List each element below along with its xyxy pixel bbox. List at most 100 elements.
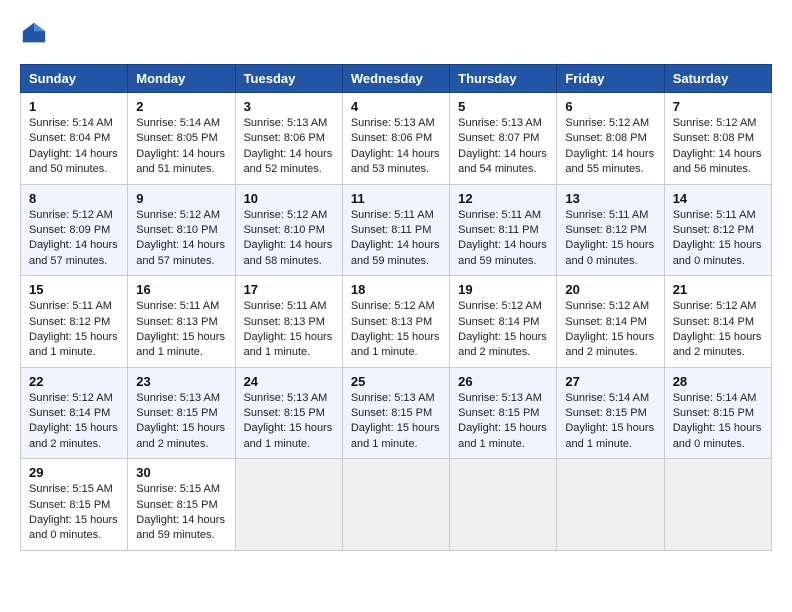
- day-info: Sunrise: 5:11 AMSunset: 8:12 PMDaylight:…: [565, 208, 655, 270]
- day-number: 15: [29, 282, 119, 297]
- day-number: 2: [136, 99, 226, 114]
- calendar-cell: 28 Sunrise: 5:14 AMSunset: 8:15 PMDayligh…: [664, 367, 771, 459]
- page-header: [20, 20, 772, 48]
- calendar-cell: 13 Sunrise: 5:11 AMSunset: 8:12 PMDayligh…: [557, 184, 664, 276]
- day-number: 12: [458, 191, 548, 206]
- calendar-cell: 14Sunrise: 5:11 AMSunset: 8:12 PMDayligh…: [664, 184, 771, 276]
- calendar-cell: 23 Sunrise: 5:13 AMSunset: 8:15 PMDayligh…: [128, 367, 235, 459]
- calendar-cell: 12 Sunrise: 5:11 AMSunset: 8:11 PMDayligh…: [450, 184, 557, 276]
- day-number: 1: [29, 99, 119, 114]
- calendar-cell: 19Sunrise: 5:12 AMSunset: 8:14 PMDayligh…: [450, 276, 557, 368]
- day-number: 23: [136, 374, 226, 389]
- calendar-cell: 17Sunrise: 5:11 AMSunset: 8:13 PMDayligh…: [235, 276, 342, 368]
- calendar-cell: 30 Sunrise: 5:15 AMSunset: 8:15 PMDayligh…: [128, 459, 235, 551]
- day-number: 10: [244, 191, 334, 206]
- day-number: 30: [136, 465, 226, 480]
- calendar-header-sunday: Sunday: [21, 65, 128, 93]
- calendar-cell: 25 Sunrise: 5:13 AMSunset: 8:15 PMDayligh…: [342, 367, 449, 459]
- day-info: Sunrise: 5:11 AMSunset: 8:12 PMDaylight:…: [29, 299, 119, 361]
- day-number: 3: [244, 99, 334, 114]
- calendar-cell: 15 Sunrise: 5:11 AMSunset: 8:12 PMDayligh…: [21, 276, 128, 368]
- calendar-cell: 27 Sunrise: 5:14 AMSunset: 8:15 PMDayligh…: [557, 367, 664, 459]
- calendar-cell: 4 Sunrise: 5:13 AMSunset: 8:06 PMDaylight…: [342, 93, 449, 185]
- calendar-cell: 22 Sunrise: 5:12 AMSunset: 8:14 PMDayligh…: [21, 367, 128, 459]
- day-number: 9: [136, 191, 226, 206]
- day-number: 21: [673, 282, 763, 297]
- day-info: Sunrise: 5:14 AMSunset: 8:05 PMDaylight:…: [136, 116, 226, 178]
- day-info: Sunrise: 5:11 AMSunset: 8:11 PMDaylight:…: [458, 208, 548, 270]
- day-info: Sunrise: 5:12 AMSunset: 8:14 PMDaylight:…: [673, 299, 763, 361]
- calendar-cell: 24Sunrise: 5:13 AMSunset: 8:15 PMDayligh…: [235, 367, 342, 459]
- day-info: Sunrise: 5:12 AMSunset: 8:08 PMDaylight:…: [673, 116, 763, 178]
- calendar-cell: 29 Sunrise: 5:15 AMSunset: 8:15 PMDayligh…: [21, 459, 128, 551]
- calendar-cell: 8 Sunrise: 5:12 AMSunset: 8:09 PMDaylight…: [21, 184, 128, 276]
- day-info: Sunrise: 5:12 AMSunset: 8:14 PMDaylight:…: [565, 299, 655, 361]
- calendar-header-tuesday: Tuesday: [235, 65, 342, 93]
- calendar-cell: 5 Sunrise: 5:13 AMSunset: 8:07 PMDaylight…: [450, 93, 557, 185]
- day-number: 4: [351, 99, 441, 114]
- day-info: Sunrise: 5:14 AMSunset: 8:04 PMDaylight:…: [29, 116, 119, 178]
- day-number: 24: [244, 374, 334, 389]
- calendar-header-monday: Monday: [128, 65, 235, 93]
- calendar-cell: 1 Sunrise: 5:14 AMSunset: 8:04 PMDaylight…: [21, 93, 128, 185]
- calendar-header-thursday: Thursday: [450, 65, 557, 93]
- day-number: 7: [673, 99, 763, 114]
- calendar-cell: 7 Sunrise: 5:12 AMSunset: 8:08 PMDaylight…: [664, 93, 771, 185]
- calendar-header-row: SundayMondayTuesdayWednesdayThursdayFrid…: [21, 65, 772, 93]
- day-info: Sunrise: 5:15 AMSunset: 8:15 PMDaylight:…: [136, 482, 226, 544]
- day-number: 8: [29, 191, 119, 206]
- day-number: 28: [673, 374, 763, 389]
- day-number: 6: [565, 99, 655, 114]
- day-info: Sunrise: 5:14 AMSunset: 8:15 PMDaylight:…: [673, 391, 763, 453]
- calendar-week-row: 1 Sunrise: 5:14 AMSunset: 8:04 PMDaylight…: [21, 93, 772, 185]
- day-number: 26: [458, 374, 548, 389]
- calendar-week-row: 22 Sunrise: 5:12 AMSunset: 8:14 PMDayligh…: [21, 367, 772, 459]
- day-number: 20: [565, 282, 655, 297]
- calendar-cell: 10 Sunrise: 5:12 AMSunset: 8:10 PMDayligh…: [235, 184, 342, 276]
- day-number: 27: [565, 374, 655, 389]
- day-info: Sunrise: 5:15 AMSunset: 8:15 PMDaylight:…: [29, 482, 119, 544]
- calendar-header-saturday: Saturday: [664, 65, 771, 93]
- day-number: 25: [351, 374, 441, 389]
- calendar-cell: 2 Sunrise: 5:14 AMSunset: 8:05 PMDaylight…: [128, 93, 235, 185]
- day-info: Sunrise: 5:12 AMSunset: 8:14 PMDaylight:…: [29, 391, 119, 453]
- day-info: Sunrise: 5:11 AMSunset: 8:13 PMDaylight:…: [136, 299, 226, 361]
- calendar-cell: [450, 459, 557, 551]
- day-number: 29: [29, 465, 119, 480]
- calendar-table: SundayMondayTuesdayWednesdayThursdayFrid…: [20, 64, 772, 551]
- calendar-header-wednesday: Wednesday: [342, 65, 449, 93]
- day-info: Sunrise: 5:13 AMSunset: 8:15 PMDaylight:…: [458, 391, 548, 453]
- day-info: Sunrise: 5:13 AMSunset: 8:15 PMDaylight:…: [136, 391, 226, 453]
- day-info: Sunrise: 5:13 AMSunset: 8:07 PMDaylight:…: [458, 116, 548, 178]
- calendar-cell: 20 Sunrise: 5:12 AMSunset: 8:14 PMDayligh…: [557, 276, 664, 368]
- day-number: 11: [351, 191, 441, 206]
- calendar-cell: 6 Sunrise: 5:12 AMSunset: 8:08 PMDaylight…: [557, 93, 664, 185]
- day-info: Sunrise: 5:12 AMSunset: 8:09 PMDaylight:…: [29, 208, 119, 270]
- calendar-week-row: 29 Sunrise: 5:15 AMSunset: 8:15 PMDayligh…: [21, 459, 772, 551]
- day-number: 16: [136, 282, 226, 297]
- day-number: 22: [29, 374, 119, 389]
- day-info: Sunrise: 5:13 AMSunset: 8:06 PMDaylight:…: [351, 116, 441, 178]
- day-info: Sunrise: 5:12 AMSunset: 8:10 PMDaylight:…: [136, 208, 226, 270]
- calendar-cell: [342, 459, 449, 551]
- calendar-cell: 3Sunrise: 5:13 AMSunset: 8:06 PMDaylight…: [235, 93, 342, 185]
- day-info: Sunrise: 5:12 AMSunset: 8:08 PMDaylight:…: [565, 116, 655, 178]
- calendar-week-row: 8 Sunrise: 5:12 AMSunset: 8:09 PMDaylight…: [21, 184, 772, 276]
- day-number: 13: [565, 191, 655, 206]
- calendar-header-friday: Friday: [557, 65, 664, 93]
- calendar-cell: 16 Sunrise: 5:11 AMSunset: 8:13 PMDayligh…: [128, 276, 235, 368]
- calendar-cell: [235, 459, 342, 551]
- day-number: 14: [673, 191, 763, 206]
- day-info: Sunrise: 5:12 AMSunset: 8:10 PMDaylight:…: [244, 208, 334, 270]
- calendar-cell: [557, 459, 664, 551]
- day-number: 5: [458, 99, 548, 114]
- day-info: Sunrise: 5:14 AMSunset: 8:15 PMDaylight:…: [565, 391, 655, 453]
- day-info: Sunrise: 5:11 AMSunset: 8:13 PMDaylight:…: [244, 299, 334, 361]
- calendar-cell: [664, 459, 771, 551]
- day-info: Sunrise: 5:11 AMSunset: 8:11 PMDaylight:…: [351, 208, 441, 270]
- calendar-cell: 9 Sunrise: 5:12 AMSunset: 8:10 PMDaylight…: [128, 184, 235, 276]
- day-number: 18: [351, 282, 441, 297]
- day-info: Sunrise: 5:12 AMSunset: 8:13 PMDaylight:…: [351, 299, 441, 361]
- logo: [20, 20, 52, 48]
- day-info: Sunrise: 5:13 AMSunset: 8:15 PMDaylight:…: [351, 391, 441, 453]
